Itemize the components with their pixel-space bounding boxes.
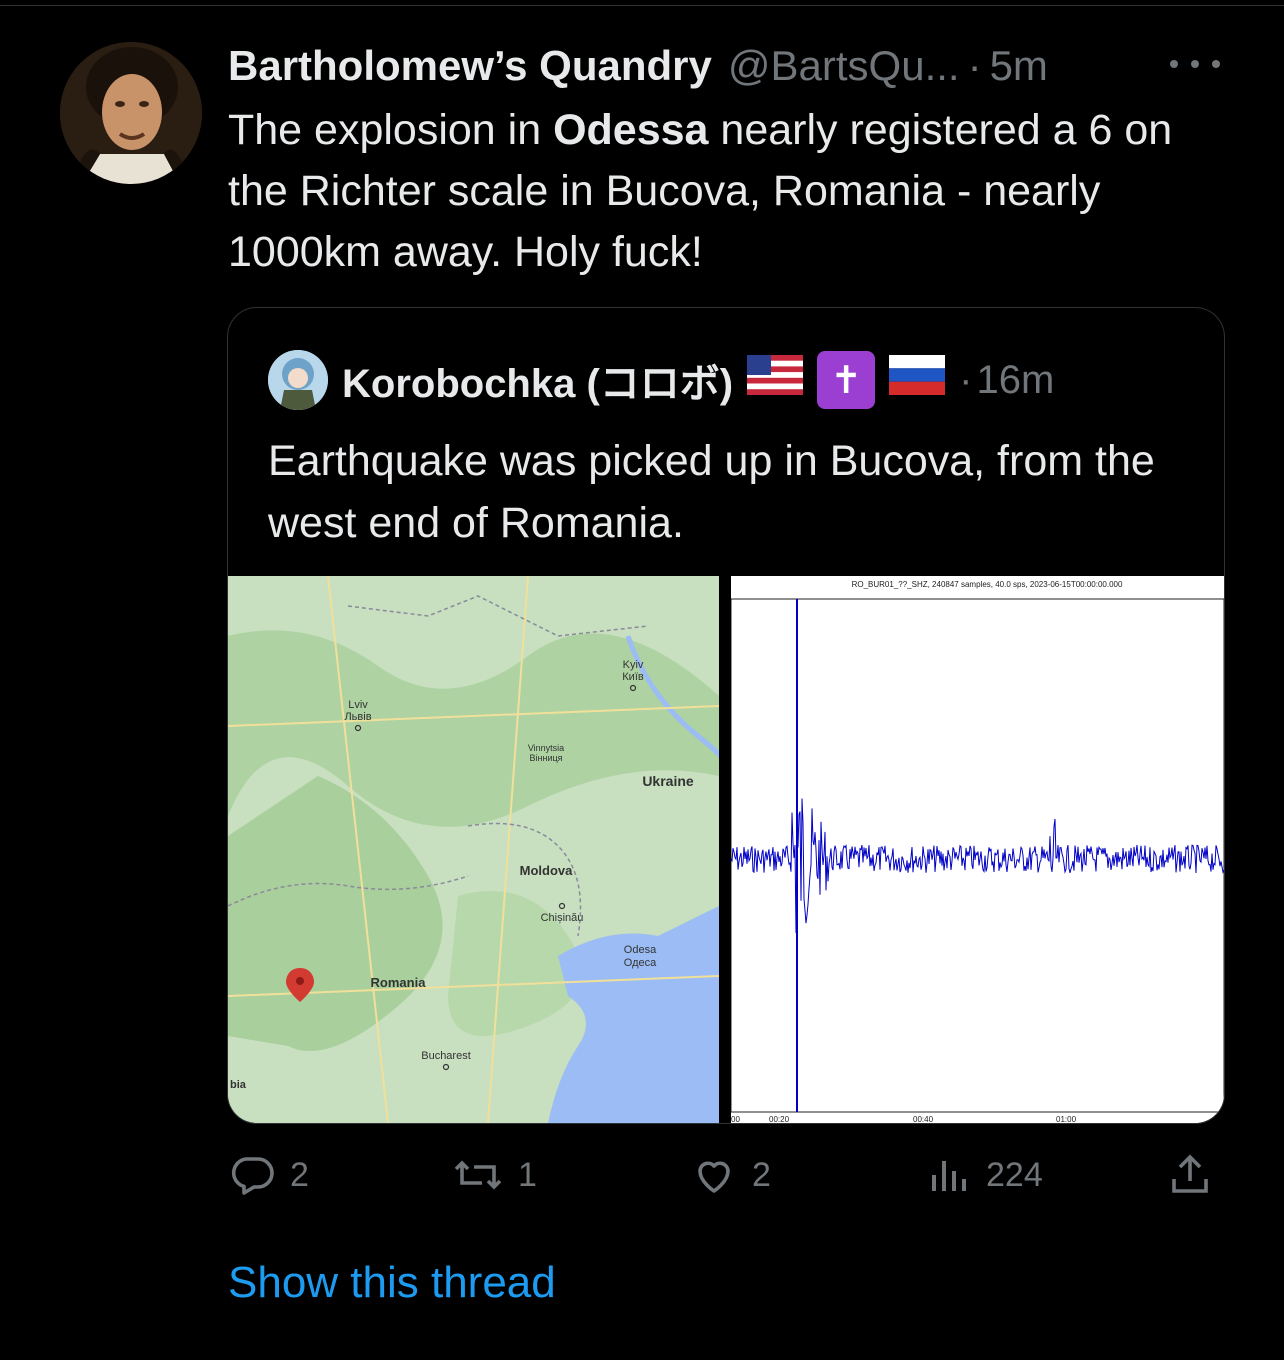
tweet-header: Bartholomew’s Quandry @BartsQu... · 5m (228, 38, 1048, 94)
seismogram-tick: 01:00 (1056, 1115, 1077, 1123)
seismogram-tick: 00:20 (769, 1115, 790, 1123)
like-button[interactable]: 2 (690, 1145, 771, 1205)
map-label-kyiv-uk: Київ (622, 671, 644, 683)
reply-button[interactable]: 2 (228, 1145, 309, 1205)
quote-text: Earthquake was picked up in Bucova, from… (268, 437, 1155, 547)
map-label-lviv-uk: Львів (344, 711, 371, 723)
map-label-romania: Romania (371, 975, 427, 990)
share-icon (1172, 1154, 1208, 1193)
seismogram-title: RO_BUR01_??_SHZ, 240847 samples, 40.0 sp… (852, 580, 1123, 589)
quote-header: Korobochka (コロボ) ✝ · 16m (268, 348, 1054, 412)
map-label-lviv: Lviv (348, 699, 368, 711)
like-count: 2 (752, 1155, 771, 1194)
seismogram-image[interactable]: RO_BUR01_??_SHZ, 240847 samples, 40.0 sp… (731, 576, 1224, 1123)
map-label-odesa-uk: Одеса (624, 957, 657, 969)
author-name[interactable]: Bartholomew’s Quandry (228, 42, 712, 90)
seismogram-tick: 00:40 (913, 1115, 934, 1123)
heart-icon (698, 1161, 730, 1193)
retweet-button[interactable]: 1 (452, 1145, 537, 1205)
author-handle[interactable]: @BartsQu... (728, 42, 960, 90)
map-label-vinnytsia: Vinnytsia (528, 743, 564, 753)
divider (0, 5, 1284, 6)
latin-cross-icon: ✝ (817, 351, 876, 409)
separator-dot: · (967, 42, 982, 89)
author-avatar[interactable] (60, 42, 202, 184)
reply-count: 2 (290, 1155, 309, 1194)
map-label-vinnytsia-uk: Вінниця (530, 753, 563, 763)
action-bar: 2 1 2 224 (228, 1145, 1228, 1205)
tweet-text: The explosion in Odessa nearly registere… (228, 100, 1238, 283)
quote-author-avatar[interactable] (268, 350, 328, 410)
tweet-time[interactable]: 5m (990, 42, 1048, 90)
show-thread-link[interactable]: Show this thread (228, 1258, 556, 1308)
retweet-count: 1 (518, 1155, 537, 1194)
map-label-odesa: Odesa (624, 944, 657, 956)
retweet-icon (454, 1160, 502, 1190)
russia-flag-icon (889, 355, 946, 405)
separator-dot: · (959, 357, 973, 402)
seismogram-tick: 00 (731, 1115, 740, 1123)
map-label-moldova: Moldova (520, 863, 573, 878)
tweet-text-part: The explosion in (228, 106, 554, 154)
quote-time[interactable]: 16m (976, 358, 1054, 403)
quoted-tweet[interactable]: Korobochka (コロボ) ✝ · 16m Earthquake was … (227, 307, 1225, 1124)
view-count: 224 (986, 1155, 1043, 1194)
us-flag-icon (747, 355, 804, 405)
map-label-bucharest: Bucharest (421, 1050, 471, 1062)
map-label-chisinau: Chișinău (541, 912, 584, 924)
tweet-text-bold: Odessa (553, 106, 709, 154)
map-image[interactable]: Kyiv Київ Lviv Львів Vinnytsia Вінниця U… (228, 576, 719, 1123)
map-label-edge: bia (230, 1079, 247, 1091)
reply-icon (231, 1157, 274, 1195)
more-options-icon[interactable] (1170, 44, 1220, 84)
quote-author-name[interactable]: Korobochka (コロボ) (342, 351, 733, 409)
map-label-ukraine: Ukraine (642, 773, 694, 789)
map-label-kyiv: Kyiv (623, 659, 644, 671)
share-button[interactable] (1166, 1145, 1228, 1205)
analytics-icon (932, 1161, 966, 1191)
views-button[interactable]: 224 (924, 1145, 1043, 1205)
